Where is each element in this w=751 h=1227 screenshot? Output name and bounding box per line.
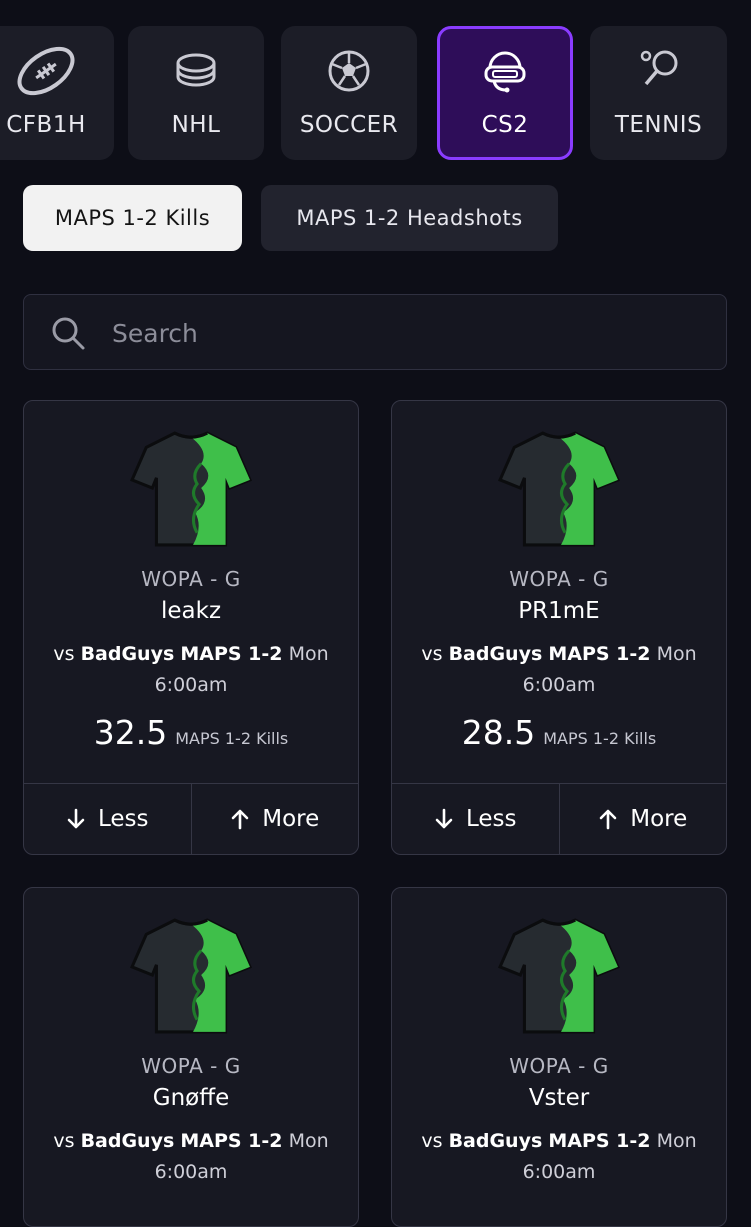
match-info: vs BadGuys MAPS 1-2 Mon 6:00am — [402, 1126, 716, 1188]
maps-label: MAPS 1-2 — [180, 1130, 283, 1152]
player-name: leakz — [160, 598, 222, 624]
less-button[interactable]: Less — [24, 784, 192, 854]
jersey-image — [130, 431, 252, 547]
match-time: 6:00am — [154, 1161, 228, 1183]
projection-line: 32.5 MAPS 1-2 Kills — [24, 713, 358, 752]
arrow-down-icon — [435, 808, 453, 829]
jersey-image — [498, 431, 620, 547]
match-day: Mon — [288, 1130, 329, 1152]
tab-cfb1h[interactable]: CFB1H — [0, 26, 114, 160]
tab-label: TENNIS — [614, 112, 703, 138]
player-name: PR1mE — [518, 598, 600, 624]
chip-maps-kills[interactable]: MAPS 1-2 Kills — [23, 185, 242, 251]
player-card[interactable]: WOPA - G PR1mE vs BadGuys MAPS 1-2 Mon 6… — [391, 400, 727, 855]
football-icon — [0, 46, 114, 96]
match-time: 6:00am — [522, 674, 596, 696]
more-button[interactable]: More — [192, 784, 359, 854]
maps-label: MAPS 1-2 — [180, 643, 283, 665]
less-label: Less — [97, 806, 149, 832]
search-input[interactable] — [110, 313, 674, 353]
player-name: Gnøffe — [152, 1085, 230, 1111]
player-card[interactable]: WOPA - G Vster vs BadGuys MAPS 1-2 Mon 6… — [391, 887, 727, 1227]
tab-label: CS2 — [481, 112, 529, 138]
tab-tennis[interactable]: TENNIS — [590, 26, 727, 160]
hockey-puck-icon — [128, 46, 264, 96]
tab-nhl[interactable]: NHL — [128, 26, 264, 160]
match-info: vs BadGuys MAPS 1-2 Mon 6:00am — [34, 1126, 348, 1188]
tab-label: CFB1H — [6, 112, 86, 138]
more-label: More — [262, 806, 320, 832]
line-stat: MAPS 1-2 Kills — [543, 729, 657, 748]
maps-label: MAPS 1-2 — [548, 1130, 651, 1152]
pick-buttons: Less More — [24, 783, 358, 854]
vs-label: vs — [53, 643, 75, 665]
opponent-name: BadGuys — [448, 643, 543, 665]
sport-tabs: CFB1H NHL SOCCER CS2 TENNIS — [0, 0, 751, 170]
vs-label: vs — [53, 1130, 75, 1152]
match-day: Mon — [288, 643, 329, 665]
match-day: Mon — [656, 1130, 697, 1152]
jersey-image — [130, 918, 252, 1034]
match-time: 6:00am — [522, 1161, 596, 1183]
less-button[interactable]: Less — [392, 784, 560, 854]
more-button[interactable]: More — [560, 784, 727, 854]
player-name: Vster — [528, 1085, 590, 1111]
match-time: 6:00am — [154, 674, 228, 696]
tab-label: SOCCER — [299, 112, 399, 138]
tab-soccer[interactable]: SOCCER — [281, 26, 417, 160]
chip-maps-headshots[interactable]: MAPS 1-2 Headshots — [261, 185, 558, 251]
vs-label: vs — [421, 1130, 443, 1152]
team-position: WOPA - G — [509, 567, 609, 591]
match-info: vs BadGuys MAPS 1-2 Mon 6:00am — [34, 639, 348, 701]
team-position: WOPA - G — [141, 1054, 241, 1078]
line-stat: MAPS 1-2 Kills — [175, 729, 289, 748]
projection-line: 28.5 MAPS 1-2 Kills — [392, 713, 726, 752]
soccer-ball-icon — [281, 46, 417, 96]
arrow-down-icon — [67, 808, 85, 829]
arrow-up-icon — [599, 809, 617, 830]
tennis-racket-icon — [590, 46, 727, 96]
opponent-name: BadGuys — [80, 1130, 175, 1152]
gamer-headset-icon — [440, 46, 570, 96]
arrow-up-icon — [231, 809, 249, 830]
search-icon — [50, 315, 86, 355]
team-position: WOPA - G — [141, 567, 241, 591]
team-position: WOPA - G — [509, 1054, 609, 1078]
player-card[interactable]: WOPA - G leakz vs BadGuys MAPS 1-2 Mon 6… — [23, 400, 359, 855]
opponent-name: BadGuys — [80, 643, 175, 665]
opponent-name: BadGuys — [448, 1130, 543, 1152]
match-info: vs BadGuys MAPS 1-2 Mon 6:00am — [402, 639, 716, 701]
pick-buttons: Less More — [392, 783, 726, 854]
less-label: Less — [465, 806, 517, 832]
player-card[interactable]: WOPA - G Gnøffe vs BadGuys MAPS 1-2 Mon … — [23, 887, 359, 1227]
more-label: More — [630, 806, 688, 832]
jersey-image — [498, 918, 620, 1034]
search-bar — [23, 294, 727, 370]
maps-label: MAPS 1-2 — [548, 643, 651, 665]
vs-label: vs — [421, 643, 443, 665]
line-value: 32.5 — [93, 713, 168, 752]
line-value: 28.5 — [461, 713, 536, 752]
tab-cs2[interactable]: CS2 — [437, 26, 573, 160]
match-day: Mon — [656, 643, 697, 665]
tab-label: NHL — [171, 112, 221, 138]
